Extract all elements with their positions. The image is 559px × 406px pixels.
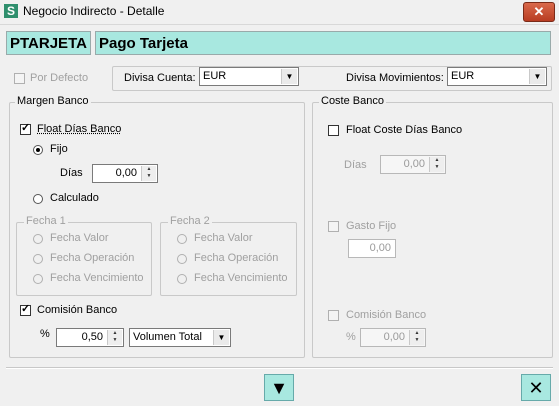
dias-spinner[interactable]: 0,00 ▲ ▼ bbox=[92, 164, 158, 183]
fecha2-vencimiento-label: Fecha Vencimiento bbox=[194, 272, 288, 284]
gasto-fijo-field[interactable]: 0,00 bbox=[348, 239, 396, 258]
fecha1-operacion-radio[interactable] bbox=[33, 254, 43, 264]
fecha2-valor-radio[interactable] bbox=[177, 234, 187, 244]
check-icon: ✓ bbox=[21, 122, 31, 134]
close-button[interactable]: ✕ bbox=[523, 2, 555, 22]
fecha-1-title: Fecha 1 bbox=[24, 215, 68, 227]
fecha1-vencimiento-radio[interactable] bbox=[33, 274, 43, 284]
arrow-up-icon[interactable]: ▲ bbox=[410, 330, 424, 337]
margen-banco-title: Margen Banco bbox=[15, 95, 91, 107]
coste-comision-value: 0,00 bbox=[383, 331, 405, 343]
comision-percent-value: 0,50 bbox=[81, 331, 103, 343]
chevron-down-icon: ▼ bbox=[529, 69, 545, 84]
coste-dias-label: Días bbox=[344, 159, 367, 171]
divisa-cuenta-select[interactable]: EUR ▼ bbox=[199, 67, 299, 86]
coste-dias-spinner[interactable]: 0,00 ▲ ▼ bbox=[380, 155, 446, 174]
footer-separator bbox=[6, 367, 553, 369]
fecha1-vencimiento-label: Fecha Vencimiento bbox=[50, 272, 144, 284]
spinner-buttons[interactable]: ▲ ▼ bbox=[107, 330, 122, 345]
description-field[interactable]: Pago Tarjeta bbox=[95, 31, 551, 55]
float-dias-banco-label: Float Días Banco bbox=[37, 123, 122, 135]
arrow-up-icon[interactable]: ▲ bbox=[430, 157, 444, 164]
comision-percent-spinner[interactable]: 0,50 ▲ ▼ bbox=[56, 328, 124, 347]
volumen-value: Volumen Total bbox=[133, 331, 202, 343]
dias-value: 0,00 bbox=[115, 167, 137, 179]
down-button[interactable]: ▼ bbox=[264, 374, 294, 401]
gasto-fijo-value: 0,00 bbox=[369, 242, 391, 254]
spinner-buttons[interactable]: ▲ ▼ bbox=[429, 157, 444, 172]
fijo-label: Fijo bbox=[50, 143, 68, 155]
comision-banco-checkbox[interactable]: ✓ bbox=[20, 303, 31, 316]
app-icon: S bbox=[4, 4, 18, 18]
arrow-down-icon[interactable]: ▼ bbox=[410, 337, 424, 344]
float-coste-dias-label: Float Coste Días Banco bbox=[346, 124, 463, 136]
coste-dias-value: 0,00 bbox=[403, 158, 425, 170]
coste-percent-label: % bbox=[346, 331, 356, 343]
window-title: Negocio Indirecto - Detalle bbox=[23, 4, 165, 18]
chevron-down-icon: ▼ bbox=[281, 69, 297, 84]
fecha2-operacion-label: Fecha Operación bbox=[194, 252, 279, 264]
divisa-cuenta-label: Divisa Cuenta: bbox=[124, 72, 196, 84]
percent-label: % bbox=[40, 328, 50, 340]
float-dias-banco-checkbox[interactable]: ✓ bbox=[20, 122, 31, 135]
fecha1-valor-radio[interactable] bbox=[33, 234, 43, 244]
volumen-select[interactable]: Volumen Total ▼ bbox=[129, 328, 231, 347]
coste-comision-label: Comisión Banco bbox=[346, 309, 427, 321]
float-coste-dias-checkbox[interactable] bbox=[328, 125, 339, 136]
calculado-label: Calculado bbox=[50, 192, 99, 204]
spinner-buttons[interactable]: ▲ ▼ bbox=[409, 330, 424, 345]
arrow-down-icon[interactable]: ▼ bbox=[108, 337, 122, 344]
cancel-button[interactable]: ✕ bbox=[521, 374, 551, 401]
divisa-cuenta-value: EUR bbox=[203, 70, 227, 82]
fecha2-operacion-radio[interactable] bbox=[177, 254, 187, 264]
coste-comision-spinner[interactable]: 0,00 ▲ ▼ bbox=[360, 328, 426, 347]
divisa-movimientos-value: EUR bbox=[451, 70, 475, 82]
arrow-down-icon[interactable]: ▼ bbox=[430, 164, 444, 171]
dialog-window: S Negocio Indirecto - Detalle ✕ PTARJETA… bbox=[0, 0, 559, 406]
arrow-down-icon[interactable]: ▼ bbox=[142, 173, 156, 180]
divisa-movimientos-label: Divisa Movimientos: bbox=[346, 72, 444, 84]
fecha1-valor-label: Fecha Valor bbox=[50, 232, 109, 244]
por-defecto-checkbox[interactable] bbox=[14, 73, 25, 84]
check-icon: ✓ bbox=[21, 303, 31, 315]
fecha1-operacion-label: Fecha Operación bbox=[50, 252, 135, 264]
fijo-radio[interactable] bbox=[33, 145, 43, 155]
divisa-movimientos-select[interactable]: EUR ▼ bbox=[447, 67, 547, 86]
dias-label: Días bbox=[60, 167, 83, 179]
fecha-2-title: Fecha 2 bbox=[168, 215, 212, 227]
chevron-down-icon: ▼ bbox=[213, 330, 229, 345]
title-bar: S Negocio Indirecto - Detalle ✕ bbox=[0, 0, 559, 25]
arrow-up-icon[interactable]: ▲ bbox=[108, 330, 122, 337]
calculado-radio[interactable] bbox=[33, 194, 43, 204]
radio-selected-icon bbox=[36, 148, 40, 152]
code-field[interactable]: PTARJETA bbox=[6, 31, 91, 55]
por-defecto-label: Por Defecto bbox=[30, 72, 89, 84]
coste-banco-title: Coste Banco bbox=[319, 95, 386, 107]
gasto-fijo-label: Gasto Fijo bbox=[346, 220, 397, 232]
spinner-buttons[interactable]: ▲ ▼ bbox=[141, 166, 156, 181]
coste-comision-checkbox[interactable] bbox=[328, 310, 339, 321]
gasto-fijo-checkbox[interactable] bbox=[328, 221, 339, 232]
fecha2-valor-label: Fecha Valor bbox=[194, 232, 253, 244]
arrow-up-icon[interactable]: ▲ bbox=[142, 166, 156, 173]
fecha2-vencimiento-radio[interactable] bbox=[177, 274, 187, 284]
comision-banco-label: Comisión Banco bbox=[37, 304, 118, 316]
